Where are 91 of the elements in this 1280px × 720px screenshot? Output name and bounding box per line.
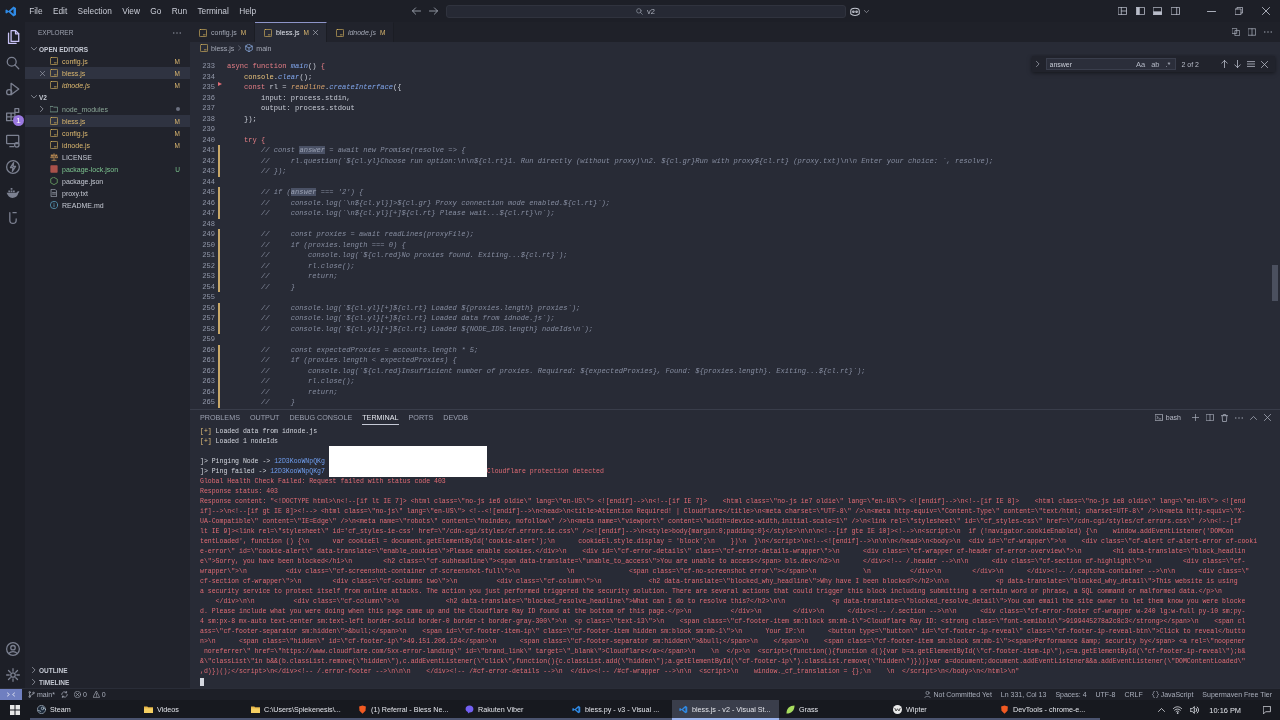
- round-app-icon: [37, 704, 46, 714]
- file-icon: [50, 165, 58, 173]
- shield-icon: [358, 704, 367, 714]
- ribbon-icon: [679, 704, 688, 714]
- whale-icon[interactable]: [5, 186, 20, 200]
- menu-item[interactable]: Run: [166, 5, 193, 17]
- split-terminal-icon[interactable]: [1206, 414, 1214, 421]
- ribbon-logo-icon: [5, 5, 17, 17]
- close-icon[interactable]: [1261, 60, 1268, 68]
- extensions-icon[interactable]: [5, 108, 20, 122]
- compare-icon[interactable]: [1232, 28, 1240, 36]
- lightning-icon[interactable]: [5, 160, 20, 174]
- info-icon: [50, 201, 58, 209]
- forward-arrow-icon[interactable]: [428, 7, 438, 15]
- leaf-icon: [786, 704, 795, 714]
- more-icon[interactable]: [1235, 416, 1243, 419]
- caret-icon[interactable]: [863, 9, 869, 13]
- list-icon[interactable]: [1247, 61, 1255, 67]
- folder-icon: [251, 704, 260, 714]
- warning-icon: [92, 691, 100, 698]
- remote-icon: [7, 691, 15, 698]
- account-icon[interactable]: [5, 642, 20, 656]
- file-icon: [264, 28, 273, 37]
- layout-icon[interactable]: [1118, 7, 1127, 15]
- start-menu-icon[interactable]: [10, 705, 20, 715]
- sync-icon[interactable]: [60, 691, 68, 698]
- menu-item[interactable]: View: [116, 5, 146, 17]
- close-icon[interactable]: [312, 30, 318, 35]
- menu-item[interactable]: Terminal: [192, 5, 234, 17]
- monitor-icon[interactable]: [5, 134, 20, 148]
- person-icon: [924, 691, 932, 698]
- scales-icon: [50, 153, 58, 161]
- wifi-icon[interactable]: [1173, 706, 1183, 714]
- zigzag-icon: [893, 704, 902, 714]
- file-icon: [200, 44, 208, 52]
- file-icon: [335, 28, 344, 37]
- split-editor-icon[interactable]: [1248, 28, 1256, 36]
- menu-item[interactable]: File: [24, 5, 48, 17]
- chevron-right-icon: [238, 45, 242, 51]
- file-icon: [50, 81, 58, 89]
- chevron-up-icon[interactable]: [1250, 415, 1257, 420]
- run-debug-icon[interactable]: [5, 82, 20, 96]
- up-arrow-icon[interactable]: [1221, 60, 1228, 68]
- search-icon: [636, 7, 644, 15]
- ribbon-icon: [572, 704, 581, 714]
- back-arrow-icon[interactable]: [411, 7, 421, 15]
- chat-bubble-icon: [465, 704, 474, 714]
- panel-toggle-icon[interactable]: [1153, 7, 1162, 15]
- update-count: 1: [13, 115, 24, 126]
- chevron-right-icon[interactable]: [1036, 61, 1040, 67]
- down-arrow-icon[interactable]: [1234, 60, 1241, 68]
- files-icon[interactable]: [5, 30, 20, 44]
- folder-icon: [144, 704, 153, 714]
- braces-icon: [1151, 691, 1159, 698]
- add-icon[interactable]: [1192, 414, 1199, 421]
- file-icon: [50, 57, 58, 65]
- trash-icon[interactable]: [1221, 413, 1228, 422]
- minimize-icon[interactable]: [1207, 10, 1216, 12]
- close-icon[interactable]: [39, 70, 45, 76]
- scrollbar-thumb[interactable]: [1272, 265, 1278, 301]
- speaker-icon[interactable]: [1190, 706, 1200, 714]
- file-icon: [50, 69, 58, 77]
- chevron-right-icon[interactable]: [40, 106, 44, 112]
- menu-item[interactable]: Help: [233, 5, 262, 17]
- document-icon: [50, 189, 58, 197]
- settings-icon[interactable]: [5, 668, 20, 682]
- file-icon: [50, 141, 58, 149]
- file-icon: [50, 117, 58, 125]
- notification-icon[interactable]: [1263, 706, 1271, 714]
- secondary-sidebar-icon[interactable]: [1170, 7, 1180, 15]
- file-icon: [199, 28, 207, 37]
- search-icon[interactable]: [5, 56, 20, 70]
- hexagon-icon: [50, 177, 58, 185]
- terminal-cursor: [200, 678, 204, 686]
- menu-item[interactable]: Selection: [72, 5, 117, 17]
- close-icon[interactable]: [1262, 7, 1270, 15]
- robot-face-icon[interactable]: [849, 6, 860, 16]
- shield-icon: [1000, 704, 1009, 714]
- menu-item[interactable]: Edit: [47, 5, 73, 17]
- more-icon[interactable]: [173, 31, 181, 34]
- terminal-icon: [1154, 414, 1163, 421]
- restore-icon[interactable]: [1235, 7, 1243, 15]
- dot-icon: [176, 107, 180, 111]
- cube-icon: [245, 44, 254, 52]
- close-icon[interactable]: [1264, 414, 1271, 421]
- branch-icon: [28, 691, 35, 698]
- menu-item[interactable]: Go: [145, 5, 167, 17]
- error-icon: [73, 691, 81, 698]
- folder-icon: [50, 105, 58, 113]
- sidebar-toggle-icon[interactable]: [1135, 7, 1145, 15]
- file-icon: [50, 129, 58, 137]
